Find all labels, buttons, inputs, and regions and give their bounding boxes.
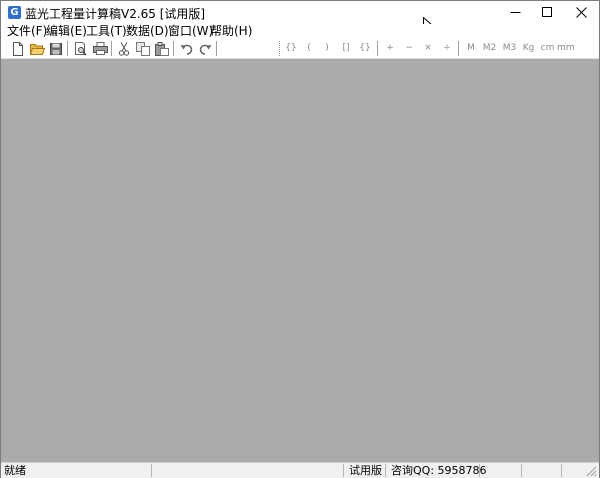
minimize-icon — [510, 12, 521, 13]
save-icon — [50, 42, 62, 55]
unit-m3-button[interactable]: M3 — [501, 41, 518, 56]
new-file-button[interactable] — [10, 41, 26, 56]
resize-grip-icon[interactable] — [586, 466, 597, 477]
toolbar-separator — [111, 41, 113, 56]
status-divider — [151, 464, 152, 477]
unit-kg-button[interactable]: Kg — [520, 41, 537, 56]
status-divider — [521, 464, 522, 477]
toolbar-separator — [67, 41, 69, 56]
insert-braces-paren-button[interactable]: {} — [284, 41, 298, 56]
close-icon — [576, 7, 587, 18]
status-divider — [479, 464, 480, 477]
status-divider — [385, 464, 386, 477]
toolbar-separator — [173, 41, 175, 56]
menu-help[interactable]: 帮助(H) — [209, 24, 253, 39]
insert-braces-button[interactable]: {} — [358, 41, 372, 56]
unit-cm-button[interactable]: cm — [539, 41, 556, 56]
status-contact-text: 咨询QQ: 5958786 — [391, 464, 487, 477]
unit-mm-button[interactable]: mm — [557, 41, 575, 56]
app-logo-icon[interactable]: G — [8, 6, 21, 19]
minus-button[interactable]: − — [402, 41, 416, 56]
minimize-button[interactable] — [498, 1, 533, 24]
menu-file[interactable]: 文件(F) — [6, 24, 48, 39]
unit-m2-button[interactable]: M2 — [481, 41, 498, 56]
window-title: 蓝光工程量计算稿V2.65 [试用版] — [25, 7, 206, 21]
status-divider — [561, 464, 562, 477]
toolbar-separator — [216, 41, 218, 56]
copy-button[interactable] — [135, 41, 151, 56]
maximize-button[interactable] — [530, 1, 565, 24]
undo-button[interactable] — [178, 41, 194, 56]
close-button[interactable] — [564, 1, 599, 24]
status-ready-text: 就绪 — [4, 464, 26, 477]
multiply-button[interactable]: × — [421, 41, 435, 56]
print-preview-button[interactable] — [72, 41, 88, 56]
open-folder-icon — [29, 44, 45, 55]
divide-button[interactable]: ÷ — [440, 41, 454, 56]
document-workspace[interactable] — [1, 59, 599, 462]
menu-edit[interactable]: 编辑(E) — [45, 24, 88, 39]
print-button[interactable] — [92, 41, 108, 56]
toolbar-separator — [458, 41, 460, 56]
cut-icon — [118, 41, 130, 56]
unit-m-button[interactable]: M — [464, 41, 478, 56]
menu-data[interactable]: 数据(D) — [125, 24, 170, 39]
plus-button[interactable]: + — [383, 41, 397, 56]
title-bar[interactable]: G 蓝光工程量计算稿V2.65 [试用版] — [1, 1, 599, 24]
print-icon — [92, 42, 108, 55]
undo-icon — [180, 44, 192, 55]
menu-window[interactable]: 窗口(W) — [167, 24, 214, 39]
status-bar: 就绪 试用版 咨询QQ: 5958786 — [1, 462, 599, 478]
menu-tools[interactable]: 工具(T) — [85, 24, 128, 39]
app-window: G 蓝光工程量计算稿V2.65 [试用版] 文件(F) 编辑(E) 工具(T) … — [0, 0, 600, 478]
new-file-icon — [13, 41, 23, 56]
toolbar-separator — [377, 41, 379, 56]
status-edition-text: 试用版 — [349, 464, 382, 477]
redo-button[interactable] — [197, 41, 213, 56]
insert-open-paren-button[interactable]: ( — [303, 41, 315, 56]
paste-icon — [155, 41, 169, 56]
open-file-button[interactable] — [29, 41, 45, 56]
maximize-icon — [542, 7, 552, 17]
paste-button[interactable] — [154, 41, 170, 56]
copy-icon — [136, 41, 150, 56]
toolbar-grip[interactable] — [279, 41, 282, 56]
menu-bar: 文件(F) 编辑(E) 工具(T) 数据(D) 窗口(W) 帮助(H) — [1, 24, 599, 39]
cut-button[interactable] — [116, 41, 132, 56]
toolbar: {} ( ) [] {} + − × ÷ M M2 M3 Kg cm mm — [1, 39, 599, 59]
status-divider — [343, 464, 344, 477]
redo-icon — [199, 44, 211, 55]
save-button[interactable] — [48, 41, 64, 56]
insert-brackets-button[interactable]: [] — [339, 41, 353, 56]
insert-close-paren-button[interactable]: ) — [321, 41, 333, 56]
print-preview-icon — [74, 41, 87, 56]
